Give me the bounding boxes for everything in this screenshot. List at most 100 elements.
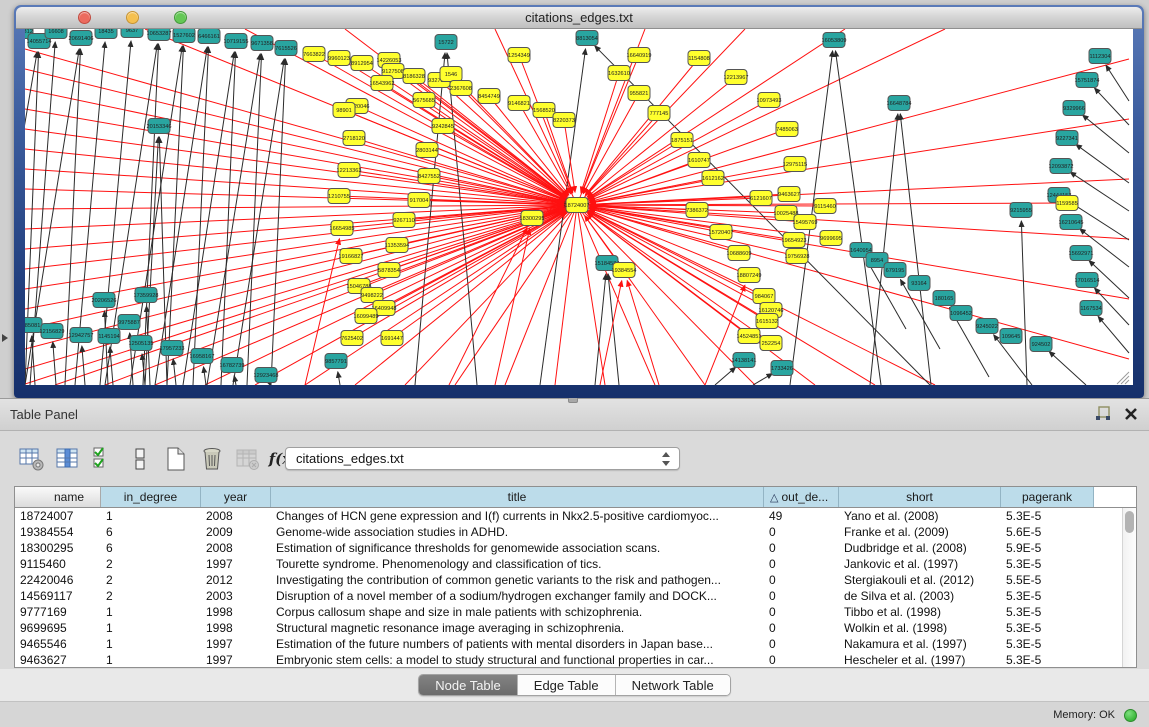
graph-node[interactable]: 1568520 xyxy=(533,103,555,118)
graph-node[interactable]: 12923468 xyxy=(254,368,279,383)
graph-node[interactable]: 8813054 xyxy=(576,31,598,46)
row-height-icon[interactable] xyxy=(126,446,153,473)
graph-node[interactable]: 1167534 xyxy=(1080,301,1102,316)
table-row[interactable]: 969969511998Structural magnetic resonanc… xyxy=(15,620,1122,636)
citation-network-graph[interactable]: 2053312140557141660820691406184359637106… xyxy=(25,29,1133,385)
graph-node[interactable]: 10688609 xyxy=(727,246,752,261)
column-header-out_de[interactable]: △out_de... xyxy=(764,487,839,507)
graph-node[interactable]: 9671358 xyxy=(251,36,273,51)
table-body[interactable]: 1872400712008Changes of HCN gene express… xyxy=(15,508,1122,667)
graph-node[interactable]: 15720407 xyxy=(709,225,734,240)
graph-node[interactable]: 18435 xyxy=(95,29,117,39)
graph-node[interactable]: 12505135 xyxy=(129,336,154,351)
table-row[interactable]: 946362711997Embryonic stem cells: a mode… xyxy=(15,652,1122,667)
panel-collapse-arrow[interactable] xyxy=(2,334,8,342)
table-settings-icon[interactable] xyxy=(18,446,45,473)
column-header-name[interactable]: name xyxy=(15,487,101,507)
graph-node[interactable]: 16099489 xyxy=(354,309,379,324)
graph-node[interactable]: 9329966 xyxy=(1063,101,1085,116)
table-row[interactable]: 1938455462009Genome-wide association stu… xyxy=(15,524,1122,540)
graph-node[interactable]: 9227341 xyxy=(1056,131,1078,146)
graph-node[interactable]: 12942757 xyxy=(69,328,94,343)
graph-node[interactable]: 11353594 xyxy=(385,238,409,253)
column-settings-icon[interactable] xyxy=(54,446,81,473)
memory-status-icon[interactable] xyxy=(1124,709,1137,722)
graph-node[interactable]: 16654985 xyxy=(330,221,355,236)
column-header-year[interactable]: year xyxy=(201,487,271,507)
graph-node[interactable]: 1154808 xyxy=(688,51,710,66)
graph-node[interactable]: 1612162 xyxy=(702,171,724,186)
graph-node[interactable]: 1210755 xyxy=(328,189,350,204)
import-table-icon[interactable] xyxy=(234,446,261,473)
graph-node[interactable]: 16608 xyxy=(45,29,67,39)
graph-node[interactable]: 7386372 xyxy=(686,203,708,218)
graph-node[interactable]: 1733426 xyxy=(771,361,793,376)
graph-node[interactable]: 15751874 xyxy=(1075,73,1100,88)
graph-node[interactable]: 9699695 xyxy=(820,231,842,246)
graph-node[interactable]: 8454749 xyxy=(478,89,500,104)
graph-node[interactable]: 9115460 xyxy=(814,199,836,214)
graph-node[interactable]: 1145194 xyxy=(98,329,120,344)
graph-node[interactable]: 16543962 xyxy=(370,76,395,91)
table-vertical-scrollbar[interactable] xyxy=(1122,508,1136,667)
graph-node[interactable]: 12975115 xyxy=(783,157,807,172)
graph-node[interactable]: 679195 xyxy=(884,263,906,278)
graph-node[interactable]: 12093872 xyxy=(1049,159,1074,174)
graph-node[interactable]: 14138141 xyxy=(732,353,757,368)
graph-node[interactable]: 109645 xyxy=(1000,329,1022,344)
graph-node[interactable]: 1610747 xyxy=(688,153,710,168)
graph-node[interactable]: 1632610 xyxy=(608,66,630,81)
graph-node[interactable]: 16782739 xyxy=(220,358,245,373)
graph-node[interactable]: 18724007 xyxy=(565,198,590,213)
graph-node[interactable]: 93164 xyxy=(908,276,930,291)
graph-node[interactable]: 6121607 xyxy=(750,191,772,206)
graph-node[interactable]: 1527602 xyxy=(173,29,195,43)
table-row[interactable]: 2242004622012Investigating the contribut… xyxy=(15,572,1122,588)
graph-node[interactable]: 19654923 xyxy=(782,233,807,248)
table-row[interactable]: 1456911722003Disruption of a novel membe… xyxy=(15,588,1122,604)
graph-node[interactable]: 9960123 xyxy=(328,51,350,66)
node-table[interactable]: namein_degreeyeartitle△out_de...shortpag… xyxy=(14,486,1137,668)
graph-node[interactable]: 98901 xyxy=(333,103,355,118)
graph-node[interactable]: 252254 xyxy=(760,336,782,351)
tab-edge-table[interactable]: Edge Table xyxy=(518,675,616,695)
graph-node[interactable]: 9146821 xyxy=(508,96,530,111)
graph-node[interactable]: 9637 xyxy=(121,29,143,38)
graph-node[interactable]: 1615132 xyxy=(756,314,778,329)
graph-node[interactable]: 5675685 xyxy=(413,93,435,108)
graph-node[interactable]: 1096452 xyxy=(950,306,972,321)
table-header-row[interactable]: namein_degreeyeartitle△out_de...shortpag… xyxy=(15,487,1136,508)
tab-node-table[interactable]: Node Table xyxy=(419,675,518,695)
graph-node[interactable]: 7615526 xyxy=(275,41,297,56)
tab-network-table[interactable]: Network Table xyxy=(616,675,730,695)
graph-node[interactable]: 16640919 xyxy=(627,48,652,63)
graph-node[interactable]: 7663822 xyxy=(303,47,325,62)
graph-node[interactable]: 1691447 xyxy=(381,331,403,346)
graph-node[interactable]: 9857791 xyxy=(325,354,347,369)
graph-node[interactable]: 20153346 xyxy=(147,119,172,134)
graph-node[interactable]: 10973493 xyxy=(757,93,782,108)
table-row[interactable]: 977716911998Corpus callosum shape and si… xyxy=(15,604,1122,620)
graph-node[interactable]: 20206526 xyxy=(92,293,117,308)
graph-node[interactable]: 12213363 xyxy=(337,163,362,178)
graph-node[interactable]: 1875151 xyxy=(671,133,693,148)
close-panel-icon[interactable] xyxy=(1123,406,1139,422)
graph-node[interactable]: 14524851 xyxy=(737,329,762,344)
graph-node[interactable]: 15722 xyxy=(435,35,457,50)
table-row[interactable]: 1872400712008Changes of HCN gene express… xyxy=(15,508,1122,524)
graph-node[interactable]: 8912954 xyxy=(351,56,373,71)
graph-node[interactable]: 17957233 xyxy=(160,341,185,356)
table-source-dropdown[interactable]: citations_edges.txt xyxy=(285,447,680,470)
graph-node[interactable]: 19756928 xyxy=(785,249,810,264)
graph-node[interactable]: 19166827 xyxy=(339,249,364,264)
graph-node[interactable]: 984067 xyxy=(753,289,775,304)
graph-node[interactable]: 777145 xyxy=(648,106,670,121)
graph-node[interactable]: 9267110 xyxy=(393,213,415,228)
graph-node[interactable]: 6466161 xyxy=(198,29,220,44)
graph-node[interactable]: 5878354 xyxy=(378,263,400,278)
graph-node[interactable]: 180165 xyxy=(933,291,955,306)
graph-node[interactable]: 8220373 xyxy=(553,113,575,128)
graph-node[interactable]: 16053809 xyxy=(822,33,847,48)
graph-node[interactable]: 9245022 xyxy=(976,319,998,334)
split-pane-handle[interactable] xyxy=(568,398,578,403)
